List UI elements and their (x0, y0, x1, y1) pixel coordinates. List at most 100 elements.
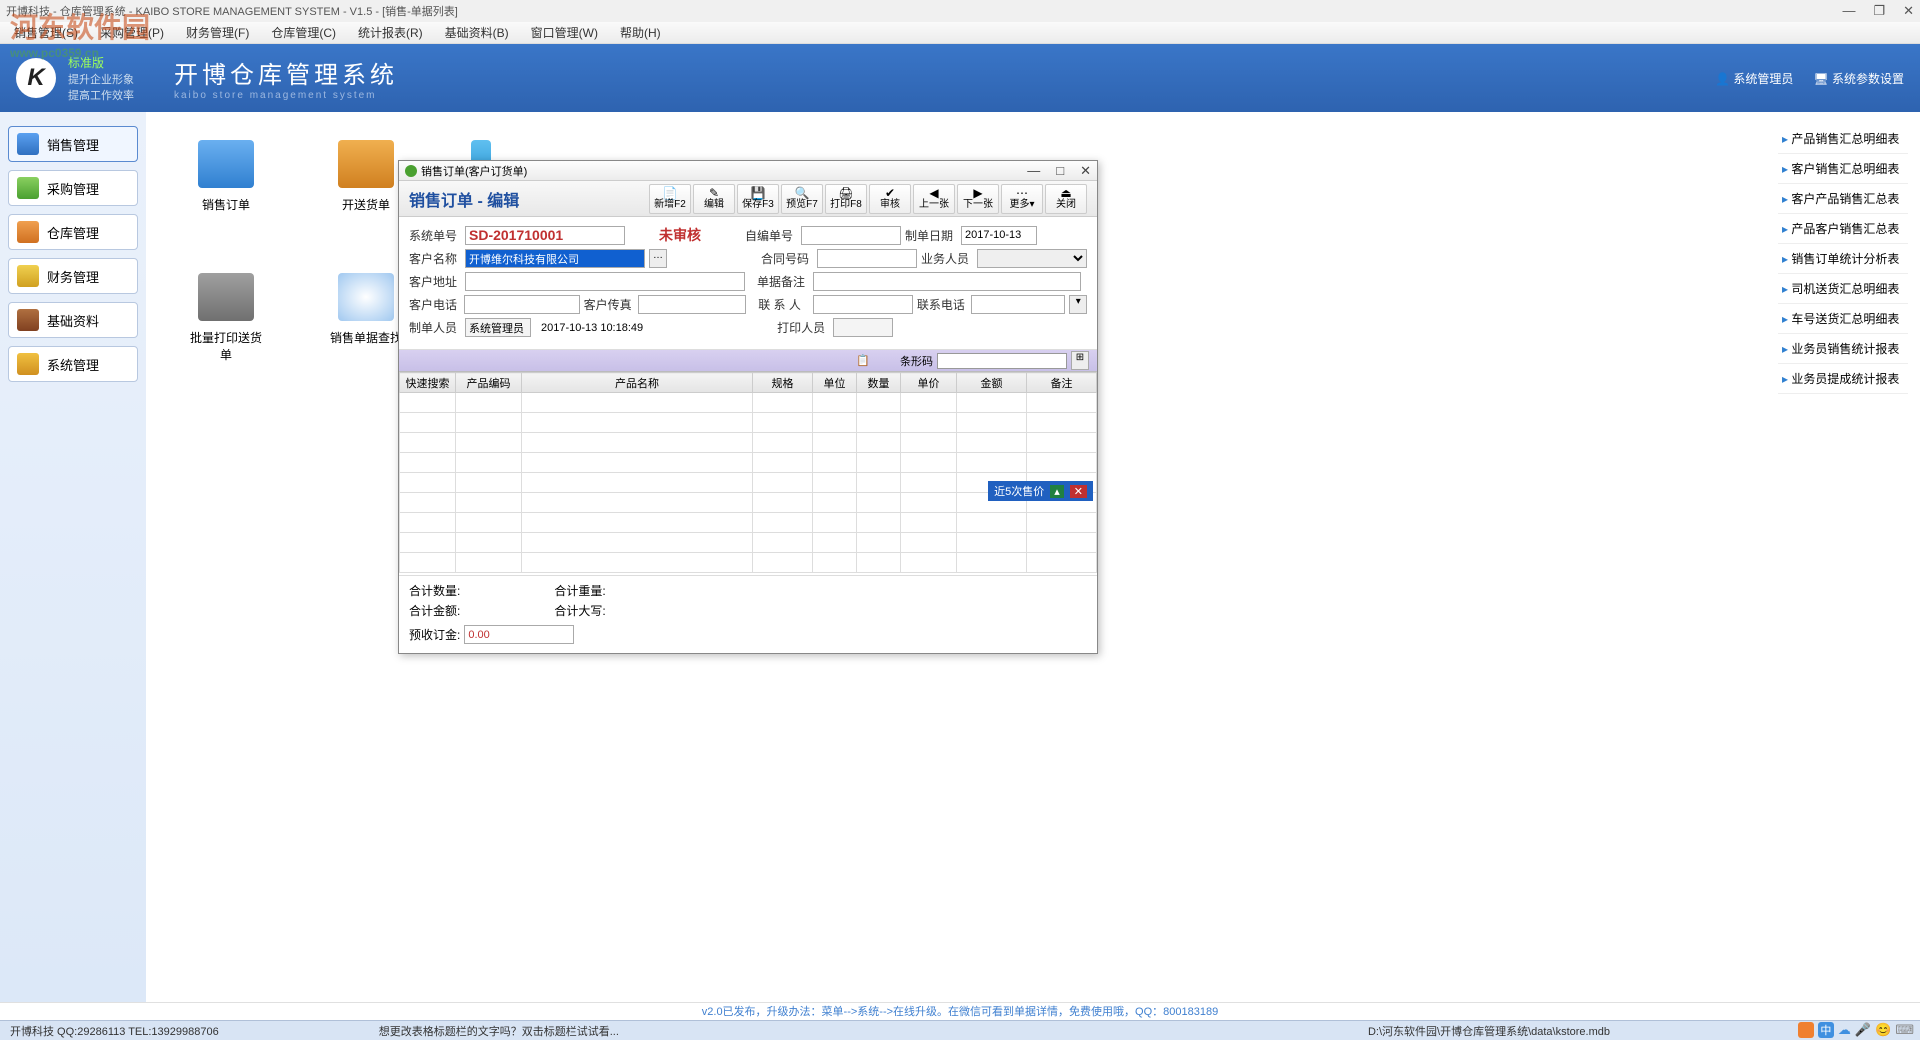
dialog-toolbar: 销售订单 - 编辑 📄新增F2 ✎编辑 💾保存F3 🔍预览F7 🖨打印F8 ✔审… (399, 181, 1097, 217)
report-link[interactable]: 产品客户销售汇总表 (1778, 214, 1908, 244)
tray-icon[interactable]: 🎤 (1855, 1022, 1871, 1038)
dialog-titlebar: 销售订单(客户订货单) — □ ✕ (399, 161, 1097, 181)
logo: K (16, 58, 56, 98)
tip-close[interactable]: ✕ (1070, 485, 1087, 498)
app-title-en: kaibo store management system (174, 90, 398, 101)
fax-input[interactable] (638, 295, 746, 314)
dialog-minimize[interactable]: — (1027, 163, 1040, 179)
menu-item[interactable]: 采购管理(P) (94, 22, 170, 43)
ctel-input[interactable] (971, 295, 1065, 314)
report-link[interactable]: 销售订单统计分析表 (1778, 244, 1908, 274)
admin-link[interactable]: 👤 系统管理员 (1715, 70, 1793, 87)
sysno-input[interactable] (465, 226, 625, 245)
ctel-dropdown[interactable]: ▾ (1069, 295, 1087, 314)
price-tip: 近5次售价 ▴ ✕ (988, 481, 1093, 501)
menu-item[interactable]: 仓库管理(C) (265, 22, 342, 43)
tray-icon[interactable]: ☁ (1838, 1022, 1851, 1038)
barcode-row: 📋 条形码 ⊞ (399, 350, 1097, 372)
tb-new[interactable]: 📄新增F2 (649, 184, 691, 214)
dialog-close[interactable]: ✕ (1080, 163, 1091, 179)
table-row[interactable] (400, 453, 1097, 473)
menu-item[interactable]: 财务管理(F) (180, 22, 255, 43)
grid: 快速搜索 产品编码 产品名称 规格 单位 数量 单价 金额 备注 (399, 372, 1097, 575)
tray-icon[interactable]: 😊 (1875, 1022, 1891, 1038)
dialog-icon (405, 165, 417, 177)
tip-expand[interactable]: ▴ (1050, 485, 1064, 498)
contract-input[interactable] (817, 249, 917, 268)
selfno-input[interactable] (801, 226, 901, 245)
bigicon-batchprint[interactable]: 批量打印送货单 (186, 273, 266, 363)
tray-icon[interactable]: ⌨ (1895, 1022, 1914, 1038)
minimize-button[interactable]: — (1842, 3, 1855, 19)
table-row[interactable] (400, 513, 1097, 533)
status-contact: 开博科技 QQ:29286113 TEL:13929988706 (10, 1023, 219, 1039)
tb-close[interactable]: ⏏关闭 (1045, 184, 1087, 214)
report-link[interactable]: 客户销售汇总明细表 (1778, 154, 1908, 184)
tb-audit[interactable]: ✔审核 (869, 184, 911, 214)
dialog-maximize[interactable]: □ (1056, 163, 1064, 179)
sales-select[interactable] (977, 249, 1087, 268)
barcode-input[interactable] (937, 353, 1067, 369)
dialog-footer: 合计数量:合计重量: 合计金额:合计大写: 预收订金: (399, 575, 1097, 653)
table-row[interactable] (400, 413, 1097, 433)
menu-item[interactable]: 帮助(H) (614, 22, 667, 43)
sidebar-item-warehouse[interactable]: 仓库管理 (8, 214, 138, 250)
table-row[interactable] (400, 533, 1097, 553)
close-button[interactable]: ✕ (1903, 3, 1914, 19)
menu-item[interactable]: 销售管理(S) (8, 22, 84, 43)
app-title-cn: 开博仓库管理系统 (174, 55, 398, 90)
system-tray: 中 ☁ 🎤 😊 ⌨ (1798, 1022, 1914, 1038)
dialog-header: 销售订单 - 编辑 (409, 187, 519, 211)
tb-prev[interactable]: ◀上一张 (913, 184, 955, 214)
slogan: 提升企业形象 (68, 71, 134, 87)
report-link[interactable]: 司机送货汇总明细表 (1778, 274, 1908, 304)
report-link[interactable]: 客户产品销售汇总表 (1778, 184, 1908, 214)
report-link[interactable]: 业务员销售统计报表 (1778, 334, 1908, 364)
tel-input[interactable] (464, 295, 580, 314)
sidebar-item-purchase[interactable]: 采购管理 (8, 170, 138, 206)
maketime: 2017-10-13 10:18:49 (541, 322, 643, 334)
sidebar-item-finance[interactable]: 财务管理 (8, 258, 138, 294)
tb-next[interactable]: ▶下一张 (957, 184, 999, 214)
bigicon-order[interactable]: 销售订单 (186, 140, 266, 213)
report-link[interactable]: 产品销售汇总明细表 (1778, 124, 1908, 154)
customer-input[interactable] (465, 249, 645, 268)
table-row[interactable] (400, 393, 1097, 413)
dialog-form: 系统单号 未审核 自编单号 制单日期 客户名称 … 合同号码 业务人员 客户地址… (399, 217, 1097, 350)
notice-bar: v2.0已发布，升级办法：菜单-->系统-->在线升级。在微信可看到单据详情，免… (0, 1002, 1920, 1020)
tb-edit[interactable]: ✎编辑 (693, 184, 735, 214)
addr-input[interactable] (465, 272, 745, 291)
table-row[interactable] (400, 553, 1097, 573)
bigicon-delivery[interactable]: 开送货单 (326, 140, 406, 213)
menu-item[interactable]: 窗口管理(W) (525, 22, 604, 43)
menu-item[interactable]: 统计报表(R) (352, 22, 429, 43)
tray-icon[interactable] (1798, 1022, 1814, 1038)
contact-input[interactable] (813, 295, 913, 314)
slogan: 提高工作效率 (68, 87, 134, 103)
audit-status: 未审核 (659, 225, 701, 245)
remark-input[interactable] (813, 272, 1081, 291)
sidebar-item-system[interactable]: 系统管理 (8, 346, 138, 382)
tb-more[interactable]: ⋯更多▾ (1001, 184, 1043, 214)
maximize-button[interactable]: ❐ (1873, 3, 1885, 19)
deposit-input[interactable] (464, 625, 574, 644)
report-links: 产品销售汇总明细表 客户销售汇总明细表 客户产品销售汇总表 产品客户销售汇总表 … (1778, 124, 1908, 394)
sidebar: 销售管理 采购管理 仓库管理 财务管理 基础资料 系统管理 (0, 112, 146, 1002)
table-row[interactable] (400, 433, 1097, 453)
customer-lookup[interactable]: … (649, 249, 667, 268)
sidebar-item-basedata[interactable]: 基础资料 (8, 302, 138, 338)
date-input[interactable] (961, 226, 1037, 245)
settings-link[interactable]: 🖥 系统参数设置 (1813, 70, 1904, 87)
barcode-scan[interactable]: ⊞ (1071, 351, 1089, 370)
status-bar: 开博科技 QQ:29286113 TEL:13929988706 想更改表格标题… (0, 1020, 1920, 1040)
titlebar: 开博科技 - 仓库管理系统 - KAIBO STORE MANAGEMENT S… (0, 0, 1920, 22)
menu-item[interactable]: 基础资料(B) (439, 22, 515, 43)
bigicon-search[interactable]: 销售单据查找 (326, 273, 406, 363)
tb-save[interactable]: 💾保存F3 (737, 184, 779, 214)
tray-icon[interactable]: 中 (1818, 1022, 1834, 1038)
report-link[interactable]: 业务员提成统计报表 (1778, 364, 1908, 394)
sidebar-item-sales[interactable]: 销售管理 (8, 126, 138, 162)
tb-preview[interactable]: 🔍预览F7 (781, 184, 823, 214)
tb-print[interactable]: 🖨打印F8 (825, 184, 867, 214)
report-link[interactable]: 车号送货汇总明细表 (1778, 304, 1908, 334)
